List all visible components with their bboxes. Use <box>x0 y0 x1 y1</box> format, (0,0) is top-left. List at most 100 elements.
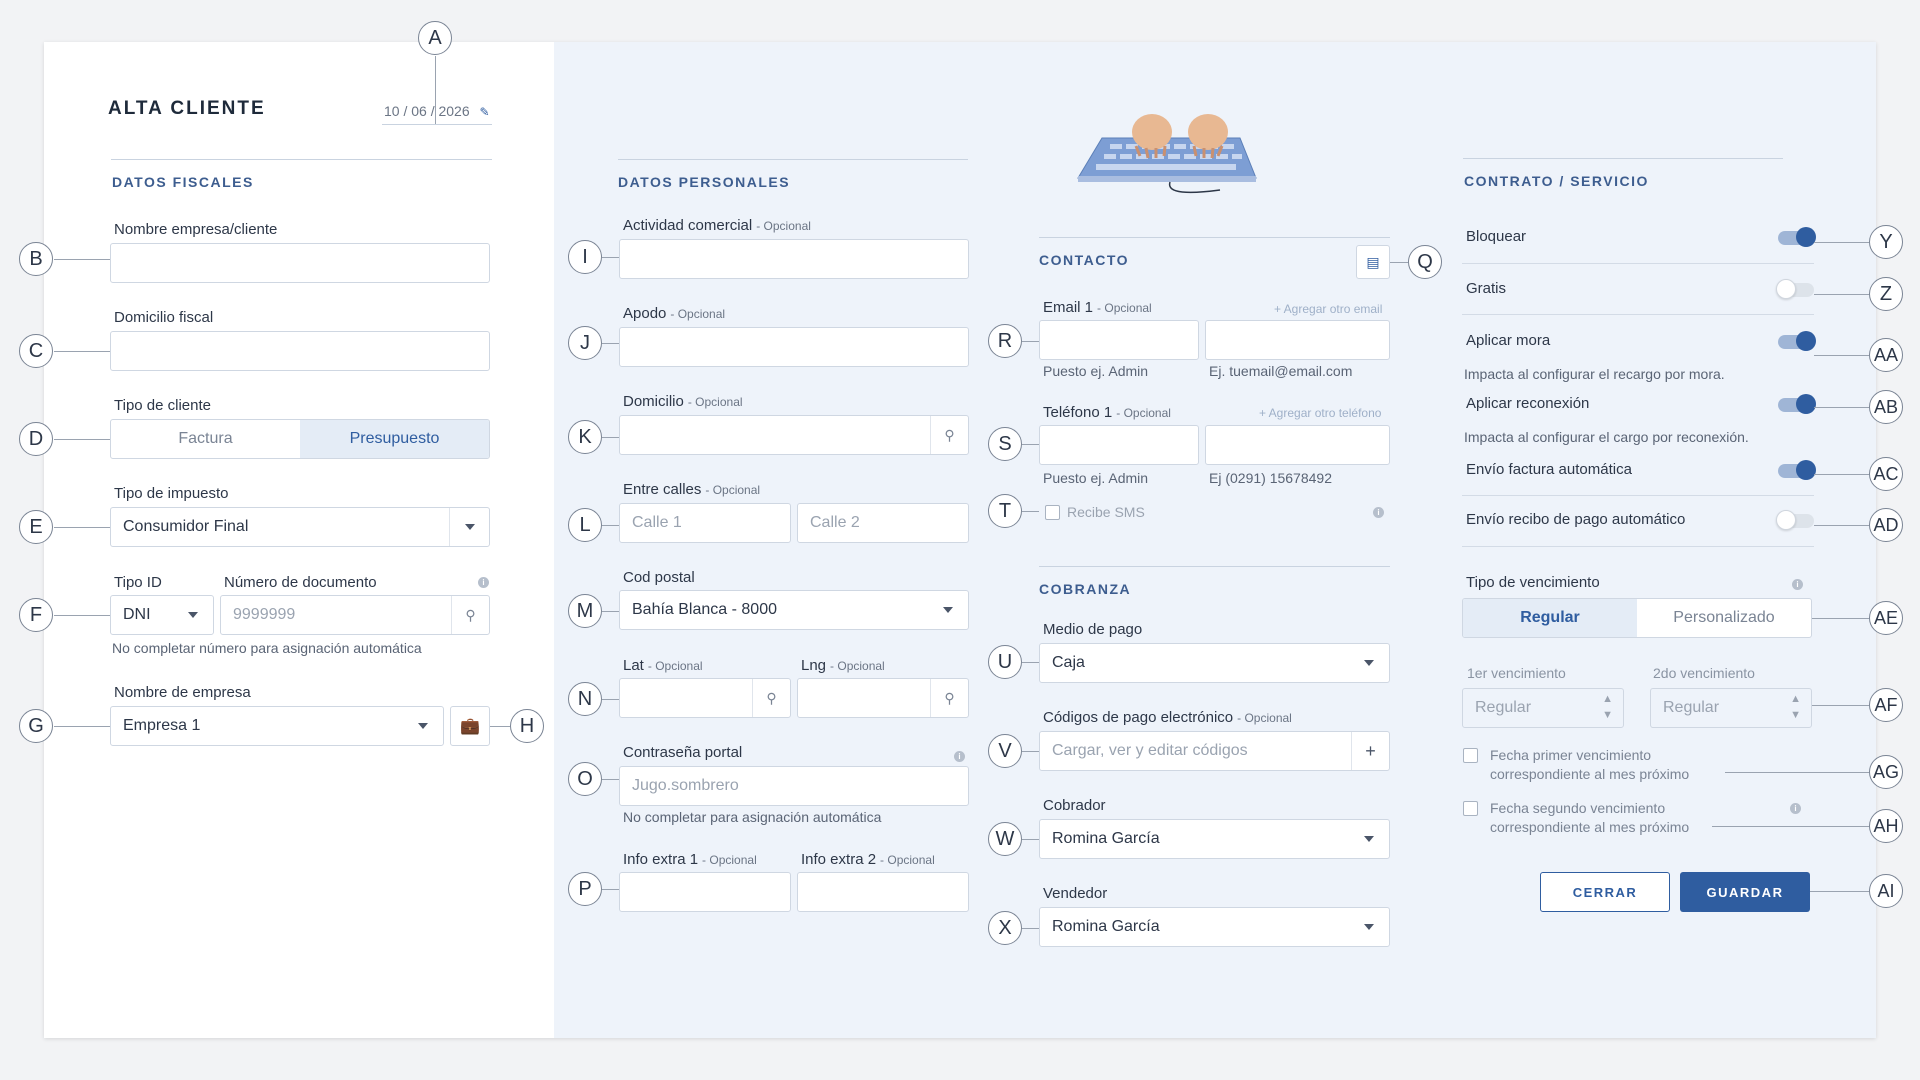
marker-leader-line <box>54 259 110 260</box>
contact-book-button[interactable]: ▤ <box>1356 245 1390 279</box>
venc2-input[interactable]: Regular ▲ ▼ <box>1650 688 1812 728</box>
toggle-switch[interactable] <box>1778 394 1816 414</box>
empresa-label: Nombre de empresa <box>114 684 251 701</box>
calle2-input[interactable]: Calle 2 <box>797 503 969 543</box>
map-pin-icon[interactable]: ⚲ <box>752 679 790 717</box>
page-title: ALTA CLIENTE <box>108 98 266 119</box>
section-title-personal: DATOS PERSONALES <box>618 174 791 190</box>
info-icon[interactable]: i <box>954 751 965 762</box>
sms-checkbox[interactable] <box>1045 505 1060 520</box>
toggle-switch[interactable] <box>1776 279 1814 299</box>
search-icon[interactable]: ⚲ <box>930 416 968 454</box>
marker-leader-line <box>54 527 110 528</box>
annotation-marker: L <box>568 508 602 542</box>
guardar-button[interactable]: GUARDAR <box>1680 872 1810 912</box>
venc1-input[interactable]: Regular ▲ ▼ <box>1462 688 1624 728</box>
toggle-switch[interactable] <box>1778 460 1816 480</box>
lat-label: Lat - Opcional <box>623 657 703 674</box>
nombre-input[interactable] <box>110 243 490 283</box>
medio-pago-select[interactable]: Caja <box>1039 643 1390 683</box>
info1-input[interactable] <box>619 872 791 912</box>
pass-input[interactable]: Jugo.sombrero <box>619 766 969 806</box>
marker-leader-line <box>1812 618 1869 619</box>
telefono-input[interactable] <box>1205 425 1390 465</box>
tipo-impuesto-select[interactable]: Consumidor Final <box>110 507 490 547</box>
chevron-down-icon[interactable] <box>449 508 489 546</box>
tipo-id-select[interactable]: DNI <box>110 595 214 635</box>
cobrador-label: Cobrador <box>1043 797 1106 814</box>
telefono-puesto-input[interactable] <box>1039 425 1199 465</box>
vencimiento-personalizado[interactable]: Personalizado <box>1637 599 1811 637</box>
info-icon[interactable]: i <box>478 577 489 588</box>
add-email-link[interactable]: + Agregar otro email <box>1274 302 1382 316</box>
pass-label: Contraseña portal <box>623 744 743 761</box>
stepper-up-icon[interactable]: ▲ <box>1602 693 1613 705</box>
tipo-cliente-factura[interactable]: Factura <box>111 420 300 458</box>
map-pin-icon[interactable]: ⚲ <box>930 679 968 717</box>
marker-leader-line <box>1812 705 1869 706</box>
toggle-label: Aplicar mora <box>1466 332 1551 349</box>
pencil-icon[interactable]: ✎ <box>480 105 490 119</box>
stepper-up-icon[interactable]: ▲ <box>1790 693 1801 705</box>
info-icon[interactable]: i <box>1790 803 1801 814</box>
chevron-down-icon[interactable] <box>928 591 968 629</box>
info-icon[interactable]: i <box>1373 507 1384 518</box>
calle1-input[interactable]: Calle 1 <box>619 503 791 543</box>
lat-input[interactable]: ⚲ <box>619 678 791 718</box>
add-telefono-link[interactable]: + Agregar otro teléfono <box>1259 406 1381 420</box>
tipo-cliente-toggle[interactable]: Factura Presupuesto <box>110 419 490 459</box>
email-input[interactable] <box>1205 320 1390 360</box>
annotation-marker: P <box>568 872 602 906</box>
vencimiento-toggle[interactable]: Regular Personalizado <box>1462 598 1812 638</box>
stepper-down-icon[interactable]: ▼ <box>1790 709 1801 721</box>
cobrador-select[interactable]: Romina García <box>1039 819 1390 859</box>
venc2-next-month-checkbox[interactable] <box>1463 801 1478 816</box>
chevron-down-icon[interactable] <box>1349 820 1389 858</box>
empresa-select[interactable]: Empresa 1 <box>110 706 444 746</box>
email-puesto-input[interactable] <box>1039 320 1199 360</box>
documento-placeholder: 9999999 <box>233 606 296 623</box>
row-divider <box>1462 314 1814 315</box>
marker-leader-line <box>54 351 110 352</box>
telefono-hint-number: Ej (0291) 15678492 <box>1209 470 1332 486</box>
apodo-input[interactable] <box>619 327 969 367</box>
vendedor-select[interactable]: Romina García <box>1039 907 1390 947</box>
chevron-down-icon[interactable] <box>1349 644 1389 682</box>
annotation-marker: D <box>19 422 53 456</box>
plus-icon[interactable]: + <box>1351 732 1389 770</box>
chevron-down-icon[interactable] <box>403 707 443 745</box>
toggle-switch[interactable] <box>1778 227 1816 247</box>
toggle-switch[interactable] <box>1778 331 1816 351</box>
email-label: Email 1- Opcional <box>1043 299 1152 316</box>
cp-select[interactable]: Bahía Blanca - 8000 <box>619 590 969 630</box>
documento-input[interactable]: 9999999 ⚲ <box>220 595 490 635</box>
stepper-down-icon[interactable]: ▼ <box>1602 709 1613 721</box>
chevron-down-icon[interactable] <box>1349 908 1389 946</box>
marker-leader-line <box>435 56 436 124</box>
tipo-id-label: Tipo ID <box>114 574 162 591</box>
section-divider <box>1039 237 1390 238</box>
cerrar-button[interactable]: CERRAR <box>1540 872 1670 912</box>
info2-input[interactable] <box>797 872 969 912</box>
marker-leader-line <box>1814 525 1869 526</box>
marker-leader-line <box>602 889 619 890</box>
marker-leader-line <box>602 779 619 780</box>
lng-input[interactable]: ⚲ <box>797 678 969 718</box>
info-icon[interactable]: i <box>1792 579 1803 590</box>
marker-leader-line <box>602 611 619 612</box>
venc1-next-month-checkbox[interactable] <box>1463 748 1478 763</box>
codigos-input[interactable]: Cargar, ver y editar códigos + <box>1039 731 1390 771</box>
actividad-label: Actividad comercial - Opcional <box>623 217 811 234</box>
actividad-input[interactable] <box>619 239 969 279</box>
vencimiento-regular[interactable]: Regular <box>1463 599 1637 637</box>
chevron-down-icon[interactable] <box>173 596 213 634</box>
tipo-cliente-presupuesto[interactable]: Presupuesto <box>300 420 489 458</box>
marker-leader-line <box>602 343 619 344</box>
search-icon[interactable]: ⚲ <box>451 596 489 634</box>
date-field[interactable]: 10 / 06 / 2026 ✎ <box>384 103 490 119</box>
briefcase-button[interactable]: 💼 <box>450 706 490 746</box>
domicilio-fiscal-input[interactable] <box>110 331 490 371</box>
domicilio-input[interactable]: ⚲ <box>619 415 969 455</box>
toggle-switch[interactable] <box>1776 510 1814 530</box>
marker-leader-line <box>1022 444 1039 445</box>
